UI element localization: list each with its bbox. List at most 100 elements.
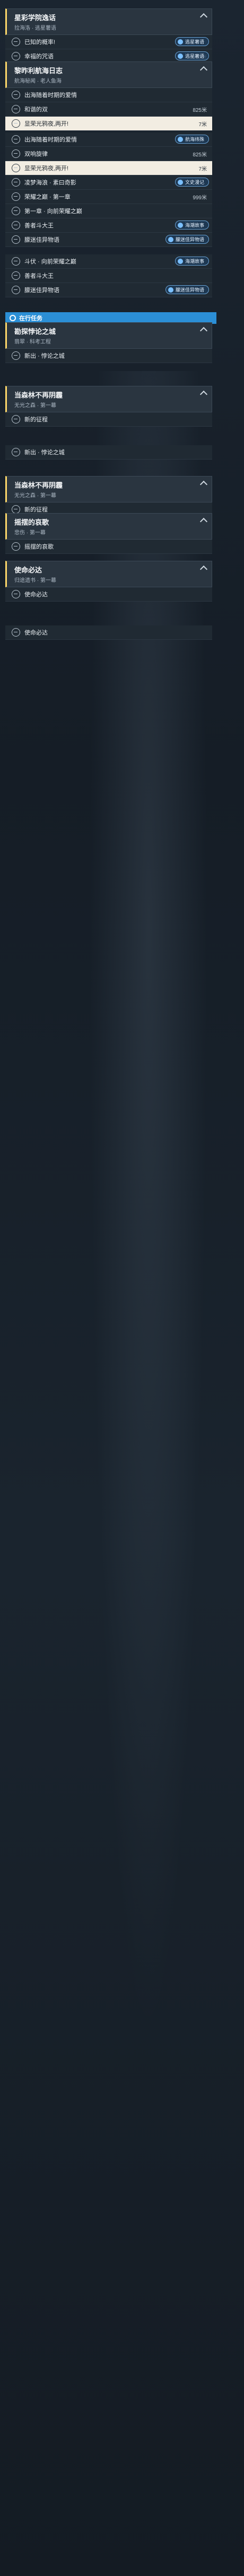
quest-group-title: 摇摆的哀歌 [14,518,49,526]
quest-item[interactable]: 第一章 · 向前荣耀之巅 [5,204,212,218]
main-group-3: 斗伏 · 向前荣耀之巅 海潮故事善者斗大王朦迷佳异物语 朦迷佳异物语 [5,254,212,297]
quest-target-icon [12,207,20,215]
quest-target-icon [12,448,20,456]
quest-item-label: 善者斗大王 [24,273,54,279]
quest-target-icon [12,286,20,294]
tag-icon [177,179,183,185]
quest-item-label: 出海随着时期的爱情 [24,92,77,99]
quest-tag-badge: 朦迷佳异物语 [165,235,209,244]
quest-group-header[interactable]: 当森林不再阴霾 无光之森 · 第一幕 [5,386,212,412]
quest-item[interactable]: 出海随着时期的爱情 [5,88,212,102]
quest-item-label: 新的征程 [24,417,48,423]
main-group-1: 黎昨利航海日志 航海秘闻 · 老人鱼海出海随着时期的爱情 和谐的双 825米显荣光鸦夜… [5,57,212,131]
tag-icon [168,287,173,293]
quest-tag-label: 航海纬殊 [185,137,204,142]
quest-tag-badge: 航海纬殊 [175,135,209,144]
quest-group-subtitle: 拉海洛 · 逃星薯语 [14,25,56,31]
tag-icon [177,136,183,142]
quest-item[interactable]: 使命必达 [5,625,212,640]
quest-target-icon [12,415,20,424]
quest-item-label: 新出 · 悖论之城 [24,449,65,456]
quest-item[interactable]: 善者斗大王 [5,269,212,283]
quest-item[interactable]: 显荣光鸦夜,两开! 7米 [5,117,212,131]
quest-item[interactable]: 双响旋律 825米 [5,147,212,161]
task-group-4: 摇摆的哀歌 悲伤 · 第一幕 摇摆的哀歌 [5,509,212,554]
quest-target-icon [12,271,20,280]
main-group-2: 出海随着时期的爱情 航海纬殊 双响旋律 825米 显荣光鸦夜,两开! 7米 凌梦海浪 · 素… [5,133,212,247]
quest-target-icon [12,135,20,144]
quest-group-header[interactable]: 当森林不再阴霾 无光之森 · 第一幕 [5,476,212,502]
quest-group-title: 使命必达 [14,566,42,574]
quest-group-header[interactable]: 勘探悖论之城 翡翠 · 科考工程 [5,322,212,349]
quest-item-distance: 7米 [198,121,207,128]
quest-group-title: 当森林不再阴霾 [14,481,63,489]
quest-item-distance: 825米 [193,152,207,158]
quest-target-icon [12,91,20,99]
quest-target-icon [12,542,20,551]
quest-target-icon [12,105,20,113]
quest-item[interactable]: 荣耀之巅 · 第一章 999米 [5,190,212,204]
quest-item-label: 使命必达 [24,630,48,636]
quest-item-label: 显荣光鸦夜,两开! [24,121,69,127]
tag-icon [177,222,183,228]
quest-group-title: 当森林不再阴霾 [14,391,63,399]
quest-item[interactable]: 和谐的双 825米 [5,102,212,117]
quest-tag-label: 海潮故事 [185,223,204,228]
quest-group-header[interactable]: 星彩学院逸话 拉海洛 · 逃星薯语 [5,8,212,35]
quest-target-icon [12,38,20,46]
quest-item-label: 荣耀之巅 · 第一章 [24,194,71,200]
quest-item-label: 使命必达 [24,592,48,598]
quest-target-icon [12,628,20,637]
quest-group-header[interactable]: 黎昨利航海日志 航海秘闻 · 老人鱼海 [5,61,212,88]
quest-target-icon [12,192,20,201]
quest-item[interactable]: 凌梦海浪 · 素曰奇影 文史漫记 [5,175,212,190]
quest-group-subtitle: 归途遗书 · 第一幕 [14,578,56,584]
quest-target-icon [12,351,20,360]
task-group-5: 使命必达 归途遗书 · 第一幕 使命必达 [5,557,212,602]
quest-item[interactable]: 新的征程 [5,412,212,427]
quest-target-icon [12,235,20,244]
quest-item[interactable]: 新出 · 悖论之城 [5,445,212,460]
quest-item[interactable]: 显荣光鸦夜,两开! 7米 [5,161,212,175]
quest-group-title: 勘探悖论之城 [14,328,56,336]
quest-group-title: 黎昨利航海日志 [14,67,63,75]
quest-group-subtitle: 无光之森 · 第一幕 [14,403,56,409]
quest-item[interactable]: 摇摆的哀歌 [5,540,212,554]
quest-group-header[interactable]: 使命必达归途遗书 · 第一幕 [5,561,212,587]
quest-item-label: 第一章 · 向前荣耀之巅 [24,208,82,215]
quest-item[interactable]: 使命必达 [5,587,212,602]
quest-item[interactable]: 出海随着时期的爱情 航海纬殊 [5,133,212,147]
quest-item[interactable]: 斗伏 · 向前荣耀之巅 海潮故事 [5,254,212,269]
quest-item[interactable]: 朦迷佳异物语 朦迷佳异物语 [5,283,212,297]
quest-item[interactable]: 善者斗大王 海潮故事 [5,218,212,233]
quest-group-title: 星彩学院逸话 [14,14,56,22]
quest-group-subtitle: 航海秘闻 · 老人鱼海 [14,78,62,84]
tag-icon [177,39,183,45]
quest-target-icon [12,119,20,128]
quest-item-label: 显荣光鸦夜,两开! [24,165,69,172]
quest-item[interactable]: 朦迷佳异物语 朦迷佳异物语 [5,233,212,247]
task-group-1: 当森林不再阴霾 无光之森 · 第一幕 新的征程 [5,382,212,427]
quest-group-subtitle: 翡翠 · 科考工程 [14,339,51,345]
quest-group-header[interactable]: 摇摆的哀歌 悲伤 · 第一幕 [5,513,212,540]
quest-target-icon [12,178,20,187]
quest-tag-badge: 朦迷佳异物语 [165,285,209,294]
quest-item[interactable]: 已知的概率! 逃星薯语 [5,35,212,49]
quest-tag-badge: 文史漫记 [175,178,209,187]
tag-icon [168,236,173,242]
quest-item-label: 和谐的双 [24,107,48,113]
quest-tag-badge: 海潮故事 [175,220,209,230]
quest-tag-label: 逃星薯语 [185,39,204,45]
quest-tag-badge: 海潮故事 [175,257,209,266]
quest-target-icon [12,257,20,266]
quest-tag-label: 文史漫记 [185,180,204,185]
quest-target-icon [12,221,20,230]
quest-item-label: 摇摆的哀歌 [24,544,54,550]
quest-target-icon [12,164,20,172]
quest-item-distance: 825米 [193,107,207,113]
quest-tag-badge: 逃星薯语 [175,37,209,46]
quest-item-distance: 999米 [193,195,207,201]
quest-target-icon [12,149,20,158]
quest-tag-label: 朦迷佳异物语 [175,237,204,242]
quest-item[interactable]: 新出 · 悖论之城 [5,349,212,363]
